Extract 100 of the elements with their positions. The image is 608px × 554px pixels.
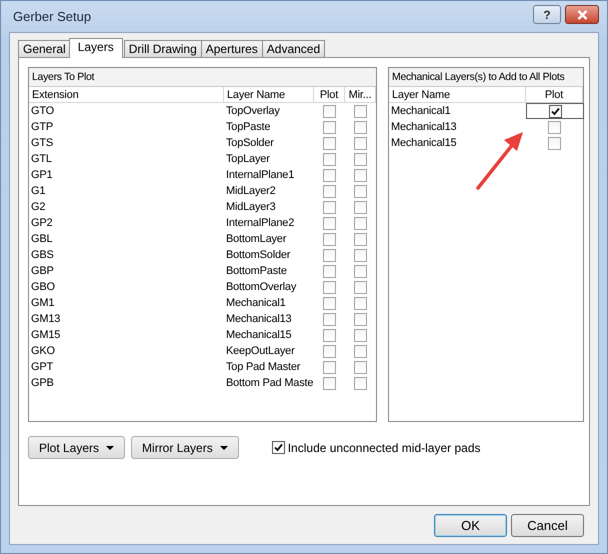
checkbox[interactable] bbox=[354, 312, 367, 326]
checkbox[interactable] bbox=[354, 152, 367, 166]
checkbox[interactable] bbox=[354, 120, 367, 134]
checkbox[interactable] bbox=[354, 184, 367, 198]
dropdown-button[interactable]: Plot Layers bbox=[28, 436, 126, 459]
checkbox[interactable] bbox=[354, 168, 367, 182]
column-header[interactable]: Extension bbox=[29, 87, 224, 103]
checkbox[interactable] bbox=[323, 120, 336, 134]
checkbox[interactable] bbox=[354, 328, 367, 342]
table-cell-text: GBS bbox=[30, 248, 55, 263]
table-cell-text: G2 bbox=[30, 200, 46, 215]
table-cell-text: Mechanical13 bbox=[225, 312, 292, 327]
group-title: Mechanical Layers(s) to Add to All Plots bbox=[389, 68, 583, 87]
checkbox[interactable] bbox=[323, 264, 336, 278]
table-cell-text: GTO bbox=[30, 104, 56, 119]
table-cell-text: GTS bbox=[30, 136, 54, 151]
checkbox[interactable] bbox=[272, 441, 285, 454]
checkbox[interactable] bbox=[354, 344, 367, 358]
table-cell-text: BottomPaste bbox=[225, 264, 288, 279]
tab[interactable]: General bbox=[18, 40, 71, 57]
table-cell-text: GBO bbox=[30, 280, 56, 295]
table-cell-text: GKO bbox=[30, 344, 56, 359]
checkbox[interactable] bbox=[323, 152, 336, 166]
tab[interactable]: Drill Drawing bbox=[124, 40, 202, 57]
dialog-button[interactable]: Cancel bbox=[511, 514, 584, 536]
checkbox[interactable] bbox=[354, 136, 367, 150]
checkbox[interactable] bbox=[323, 280, 336, 294]
checkbox[interactable] bbox=[323, 328, 336, 342]
help-button[interactable]: ? bbox=[533, 5, 561, 24]
table-cell-text: BottomOverlay bbox=[225, 280, 298, 295]
column-header[interactable]: Layer Name bbox=[224, 87, 314, 103]
checkbox[interactable] bbox=[323, 360, 336, 374]
checkbox[interactable] bbox=[323, 184, 336, 198]
checkbox[interactable] bbox=[548, 120, 561, 134]
checkbox[interactable] bbox=[323, 312, 336, 326]
column-header[interactable]: Layer Name bbox=[389, 87, 526, 103]
table-cell-text: TopSolder bbox=[225, 136, 275, 151]
table-cell-text: BottomSolder bbox=[225, 248, 292, 263]
checkbox[interactable] bbox=[323, 376, 336, 390]
checkbox[interactable] bbox=[323, 216, 336, 230]
table-cell-text: GPT bbox=[30, 360, 54, 375]
table-cell-text: GBP bbox=[30, 264, 55, 279]
table-cell-text: Mechanical15 bbox=[225, 328, 292, 343]
table-cell-text: Mechanical1 bbox=[390, 104, 452, 119]
checkbox[interactable] bbox=[354, 104, 367, 118]
table-cell-text: GTL bbox=[30, 152, 53, 167]
column-header[interactable]: Plot bbox=[314, 87, 345, 103]
column-header[interactable]: Plot bbox=[526, 87, 583, 103]
tab[interactable]: Layers bbox=[68, 38, 123, 58]
table-cell-text: Mechanical13 bbox=[390, 120, 458, 135]
checkbox[interactable] bbox=[354, 248, 367, 262]
checkbox[interactable] bbox=[323, 136, 336, 150]
table-cell-text: GM1 bbox=[30, 296, 56, 311]
checkbox[interactable] bbox=[323, 248, 336, 262]
column-header[interactable]: Mir... bbox=[345, 87, 376, 103]
table-cell-text: BottomLayer bbox=[225, 232, 288, 247]
checkbox[interactable] bbox=[323, 344, 336, 358]
checkbox-label[interactable]: Include unconnected mid-layer pads bbox=[288, 440, 481, 454]
tab[interactable]: Apertures bbox=[200, 40, 263, 57]
table-cell-text: GM15 bbox=[30, 328, 62, 343]
checkbox[interactable] bbox=[548, 104, 562, 118]
table-cell-text: GP2 bbox=[30, 216, 54, 231]
table-cell-text: GBL bbox=[30, 232, 54, 247]
checkbox[interactable] bbox=[354, 296, 367, 310]
checkbox[interactable] bbox=[354, 216, 367, 230]
table-cell-text: TopLayer bbox=[225, 152, 271, 167]
table-cell-text: GTP bbox=[30, 120, 54, 135]
checkbox[interactable] bbox=[323, 104, 336, 118]
checkbox[interactable] bbox=[323, 200, 336, 214]
table-cell-text: InternalPlane2 bbox=[225, 216, 296, 231]
close-icon bbox=[576, 10, 588, 20]
dialog-button[interactable]: OK bbox=[434, 514, 507, 536]
checkbox[interactable] bbox=[354, 264, 367, 278]
checkbox[interactable] bbox=[354, 376, 367, 390]
checkbox[interactable] bbox=[354, 200, 367, 214]
table-cell-text: Mechanical1 bbox=[225, 296, 287, 311]
checkbox[interactable] bbox=[548, 136, 561, 150]
checkbox[interactable] bbox=[323, 168, 336, 182]
checkbox[interactable] bbox=[323, 232, 336, 246]
dropdown-button[interactable]: Mirror Layers bbox=[131, 436, 239, 459]
close-button[interactable] bbox=[565, 5, 599, 24]
table-cell-text: TopOverlay bbox=[225, 104, 281, 119]
table-cell-text: G1 bbox=[30, 184, 46, 199]
table-cell-text: MidLayer3 bbox=[225, 200, 277, 215]
checkbox[interactable] bbox=[354, 280, 367, 294]
tab[interactable]: Advanced bbox=[262, 40, 326, 57]
group-title: Layers To Plot bbox=[29, 68, 376, 87]
checkbox[interactable] bbox=[354, 232, 367, 246]
window-title: Gerber Setup bbox=[13, 9, 92, 24]
table-cell-text: Top Pad Master bbox=[225, 360, 302, 375]
checkbox[interactable] bbox=[323, 296, 336, 310]
table-cell-text: KeepOutLayer bbox=[225, 344, 296, 359]
caret-icon bbox=[220, 446, 228, 450]
caret-icon bbox=[106, 446, 114, 450]
checkbox[interactable] bbox=[354, 360, 367, 374]
table-cell-text: MidLayer2 bbox=[225, 184, 277, 199]
focus-cell[interactable] bbox=[526, 103, 584, 119]
table-cell-text: GP1 bbox=[30, 168, 54, 183]
table-cell-text: InternalPlane1 bbox=[225, 168, 296, 183]
table-cell-text: GM13 bbox=[30, 312, 62, 327]
